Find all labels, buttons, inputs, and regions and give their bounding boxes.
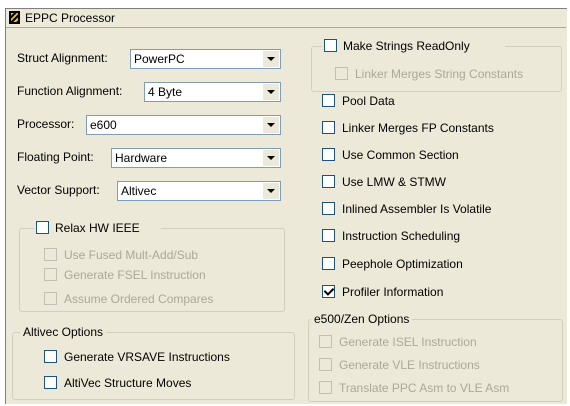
altivec-options-title: Altivec Options <box>20 325 107 339</box>
function-alignment-label: Function Alignment: <box>17 84 123 98</box>
function-alignment-value: 4 Byte <box>148 85 183 99</box>
eppc-processor-panel: EPPC Processor Struct Alignment: PowerPC… <box>5 8 567 404</box>
checkbox-box[interactable] <box>44 350 57 363</box>
use-fused-mult-add-checkbox[interactable]: Use Fused Mult-Add/Sub <box>44 247 274 263</box>
assume-ordered-compares-checkbox[interactable]: Assume Ordered Compares <box>44 291 274 307</box>
peephole-optimization-checkbox[interactable]: Peephole Optimization <box>322 256 552 272</box>
floating-point-value: Hardware <box>115 151 168 165</box>
checkbox-box[interactable] <box>335 67 348 80</box>
checkbox-label: Generate VLE Instructions <box>339 358 480 372</box>
generate-vle-checkbox[interactable]: Generate VLE Instructions <box>319 357 557 373</box>
struct-alignment-value: PowerPC <box>134 52 185 66</box>
use-lmw-stmw-checkbox[interactable]: Use LMW & STMW <box>322 174 552 190</box>
page: EPPC Processor Struct Alignment: PowerPC… <box>0 0 570 406</box>
translate-ppc-asm-checkbox[interactable]: Translate PPC Asm to VLE Asm <box>319 380 557 396</box>
vector-support-label: Vector Support: <box>17 183 100 197</box>
checkbox-box[interactable] <box>319 358 332 371</box>
checkbox-box[interactable] <box>322 148 335 161</box>
checkbox-label: Generate ISEL Instruction <box>339 335 477 349</box>
floating-point-label: Floating Point: <box>17 150 94 164</box>
processor-combo[interactable]: e600 <box>86 115 281 135</box>
panel-title: EPPC Processor <box>25 11 116 25</box>
checkbox-box[interactable] <box>44 292 57 305</box>
e500-zen-options-title: e500/Zen Options <box>311 312 413 326</box>
processor-value: e600 <box>90 118 117 132</box>
checkbox-label: Use Common Section <box>342 148 459 162</box>
panel-marker-icon <box>9 11 20 24</box>
linker-merges-fp-constants-checkbox[interactable]: Linker Merges FP Constants <box>322 120 552 136</box>
checkbox-label: AltiVec Structure Moves <box>64 376 192 390</box>
instruction-scheduling-checkbox[interactable]: Instruction Scheduling <box>322 228 552 244</box>
checkbox-label: Linker Merges FP Constants <box>342 121 494 135</box>
checkbox-box[interactable] <box>44 376 57 389</box>
checkbox-label: Assume Ordered Compares <box>64 292 214 306</box>
checkbox-box[interactable] <box>44 268 57 281</box>
struct-alignment-label: Struct Alignment: <box>17 51 108 65</box>
chevron-down-icon[interactable] <box>262 117 279 133</box>
floating-point-combo[interactable]: Hardware <box>111 148 281 168</box>
pool-data-checkbox[interactable]: Pool Data <box>322 93 552 109</box>
checkbox-box-checked[interactable] <box>322 285 335 298</box>
struct-alignment-combo[interactable]: PowerPC <box>130 49 281 69</box>
make-strings-readonly-label: Make Strings ReadOnly <box>343 39 470 53</box>
checkbox-label: Profiler Information <box>342 285 444 299</box>
relax-hw-ieee-checkbox[interactable]: Relax HW IEEE <box>34 220 161 236</box>
checkbox-box[interactable] <box>44 248 57 261</box>
generate-isel-checkbox[interactable]: Generate ISEL Instruction <box>319 334 557 350</box>
linker-merges-string-constants-checkbox[interactable]: Linker Merges String Constants <box>335 66 555 82</box>
checkbox-box[interactable] <box>319 381 332 394</box>
processor-label: Processor: <box>17 117 75 131</box>
function-alignment-combo[interactable]: 4 Byte <box>144 82 281 102</box>
use-common-section-checkbox[interactable]: Use Common Section <box>322 147 552 163</box>
checkbox-box[interactable] <box>36 221 49 234</box>
checkbox-label: Instruction Scheduling <box>342 229 461 243</box>
checkbox-box[interactable] <box>322 121 335 134</box>
checkbox-label: Linker Merges String Constants <box>355 67 524 81</box>
chevron-down-icon[interactable] <box>262 150 279 166</box>
inlined-assembler-volatile-checkbox[interactable]: Inlined Assembler Is Volatile <box>322 201 552 217</box>
chevron-down-icon[interactable] <box>262 51 279 67</box>
checkbox-box[interactable] <box>322 94 335 107</box>
checkbox-label: Inlined Assembler Is Volatile <box>342 202 492 216</box>
checkbox-box[interactable] <box>322 175 335 188</box>
generate-vrsave-checkbox[interactable]: Generate VRSAVE Instructions <box>44 349 284 365</box>
checkbox-label: Peephole Optimization <box>342 257 463 271</box>
checkbox-box[interactable] <box>322 257 335 270</box>
checkbox-box[interactable] <box>319 335 332 348</box>
vector-support-value: Altivec <box>121 184 157 198</box>
chevron-down-icon[interactable] <box>262 84 279 100</box>
checkbox-label: Use LMW & STMW <box>342 175 446 189</box>
altivec-structure-moves-checkbox[interactable]: AltiVec Structure Moves <box>44 375 284 391</box>
checkbox-label: Generate FSEL Instruction <box>64 268 206 282</box>
relax-hw-ieee-label: Relax HW IEEE <box>55 221 140 235</box>
checkbox-box[interactable] <box>322 229 335 242</box>
checkbox-box[interactable] <box>322 202 335 215</box>
chevron-down-icon[interactable] <box>262 183 279 199</box>
checkbox-label: Use Fused Mult-Add/Sub <box>64 248 199 262</box>
checkbox-box[interactable] <box>324 39 337 52</box>
checkbox-label: Translate PPC Asm to VLE Asm <box>339 381 510 395</box>
make-strings-readonly-checkbox[interactable]: Make Strings ReadOnly <box>322 38 505 54</box>
vector-support-combo[interactable]: Altivec <box>117 181 281 201</box>
checkbox-label: Pool Data <box>342 94 395 108</box>
panel-titlebar: EPPC Processor <box>6 9 566 28</box>
checkbox-label: Generate VRSAVE Instructions <box>64 350 230 364</box>
generate-fsel-checkbox[interactable]: Generate FSEL Instruction <box>44 267 274 283</box>
profiler-information-checkbox[interactable]: Profiler Information <box>322 284 552 300</box>
